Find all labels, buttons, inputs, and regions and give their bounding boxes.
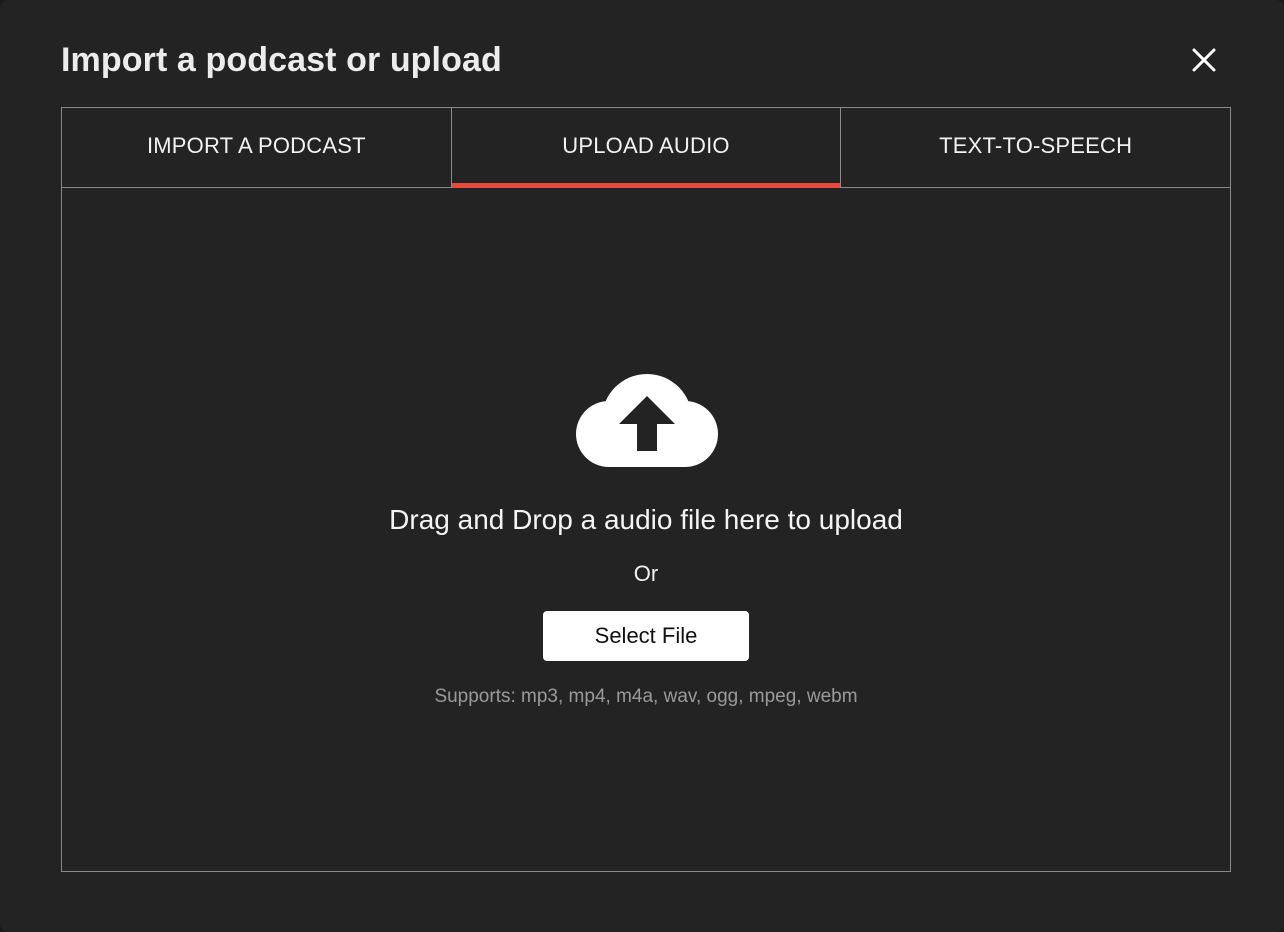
supported-formats: Supports: mp3, mp4, m4a, wav, ogg, mpeg,… [434, 686, 858, 707]
drop-instructions: Drag and Drop a audio file here to uploa… [389, 504, 903, 535]
or-separator: Or [633, 561, 659, 586]
tab-label: IMPORT A PODCAST [146, 132, 366, 158]
tab-upload-audio[interactable]: UPLOAD AUDIO [450, 108, 841, 188]
import-panel: IMPORT A PODCAST UPLOAD AUDIO TEXT-TO-SP… [61, 107, 1231, 872]
tab-import-podcast[interactable]: IMPORT A PODCAST [62, 108, 451, 187]
upload-dropzone[interactable]: Drag and Drop a audio file here to uploa… [62, 188, 1230, 872]
close-button[interactable] [1186, 42, 1222, 78]
tab-bar: IMPORT A PODCAST UPLOAD AUDIO TEXT-TO-SP… [62, 108, 1230, 188]
import-modal: Import a podcast or upload IMPORT A PODC… [0, 0, 1284, 932]
tab-label: TEXT-TO-SPEECH [939, 132, 1133, 158]
modal-title: Import a podcast or upload [61, 41, 502, 79]
cloud-upload-icon [576, 374, 718, 467]
select-file-button[interactable]: Select File [543, 611, 749, 661]
tab-label: UPLOAD AUDIO [562, 132, 730, 158]
close-icon [1192, 48, 1216, 72]
tab-text-to-speech[interactable]: TEXT-TO-SPEECH [840, 108, 1230, 187]
